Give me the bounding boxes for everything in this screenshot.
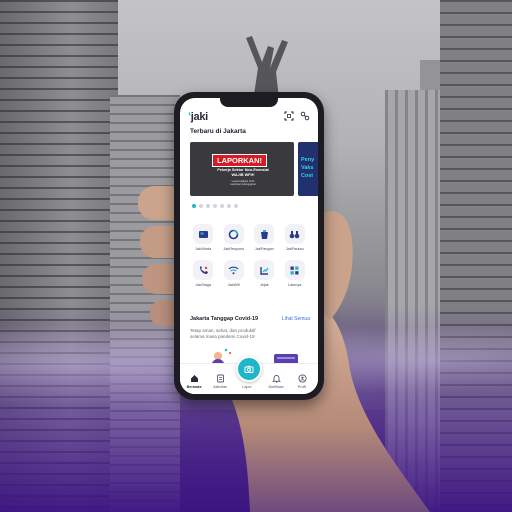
carousel-dot[interactable]: [227, 204, 231, 208]
lapor-camera-button[interactable]: [236, 356, 262, 382]
tab-profil[interactable]: Profil: [290, 374, 314, 389]
carousel-dot[interactable]: [192, 204, 196, 208]
carousel-dot[interactable]: [199, 204, 203, 208]
news-banner[interactable]: Peny Vaks Covi: [298, 142, 318, 196]
service-jakwarta[interactable]: JakWarta: [188, 224, 219, 251]
activity-icon: [216, 374, 224, 383]
see-all-link[interactable]: Lihat Semua: [282, 316, 310, 322]
wifi-icon: [223, 260, 244, 280]
tab-beranda[interactable]: Beranda: [182, 374, 206, 389]
section-title: Terbaru di Jakarta: [190, 128, 246, 135]
carousel-indicator: [192, 204, 238, 208]
banner-headline: LAPORKAN!: [212, 154, 267, 167]
carousel-dot[interactable]: [213, 204, 217, 208]
camera-icon: [244, 365, 254, 373]
notification-icon[interactable]: [300, 108, 310, 126]
carousel-dot[interactable]: [220, 204, 224, 208]
banner-text: Laporkan pelanggaran: [230, 183, 256, 186]
food-icon: [254, 224, 275, 244]
phone-notch: [220, 98, 278, 107]
carousel-dot[interactable]: [234, 204, 238, 208]
banner-text: Vaks: [301, 165, 314, 171]
respons-icon: [223, 224, 244, 244]
service-jakpantau[interactable]: JakPantau: [280, 224, 311, 251]
home-icon: [190, 375, 198, 382]
news-icon: [193, 224, 214, 244]
covid-description: selama masa pandemi Covid-19: [190, 334, 255, 339]
more-grid-icon: [284, 260, 305, 280]
carousel-dot[interactable]: [206, 204, 210, 208]
scan-qr-icon[interactable]: [284, 108, 294, 126]
service-jaksiaga[interactable]: JakSiaga: [188, 260, 219, 287]
profile-icon: [297, 374, 307, 383]
banner-text: Covi: [301, 173, 313, 179]
banner-text: Pekerja Sektor Non-Esensial: [217, 168, 269, 172]
banner-text: Peny: [301, 157, 315, 163]
covid-section-title: Jakarta Tanggap Covid-19: [190, 316, 259, 322]
covid-description: Tetap aman, sehat, dan produktif: [190, 328, 256, 333]
trace-icon: [254, 260, 275, 280]
tab-aktivitas[interactable]: Aktivitas: [208, 374, 232, 389]
service-lainnya[interactable]: Lainnya: [280, 260, 311, 287]
service-grid: JakWarta JakRespons JakPangan JakPantau: [188, 224, 310, 287]
app-header: ’jaki: [188, 110, 310, 124]
service-jakrespons[interactable]: JakRespons: [219, 224, 250, 251]
phone-frame: ’jaki Terbaru di Jakarta LAPORKAN! Peker…: [174, 92, 324, 400]
news-banner[interactable]: LAPORKAN! Pekerja Sektor Non-Esensial WA…: [190, 142, 294, 196]
banner-text: WAJIB WFH!: [231, 173, 255, 177]
phone-emergency-icon: [193, 260, 214, 280]
phone-screen: ’jaki Terbaru di Jakarta LAPORKAN! Peker…: [180, 98, 318, 394]
tab-notifikasi[interactable]: Notifikasi: [264, 374, 288, 389]
binoculars-icon: [284, 224, 305, 244]
bell-icon: [271, 375, 281, 383]
service-jejak[interactable]: Jejak: [249, 260, 280, 287]
jaki-logo: ’jaki: [188, 111, 208, 123]
tab-lapor[interactable]: Lapor: [235, 383, 259, 389]
bottom-tab-bar: Beranda Aktivitas Lapor Notifikasi Profi…: [180, 356, 318, 394]
service-jakwifi[interactable]: JakWifi: [219, 260, 250, 287]
service-jakpangan[interactable]: JakPangan: [249, 224, 280, 251]
news-carousel[interactable]: LAPORKAN! Pekerja Sektor Non-Esensial WA…: [190, 142, 318, 198]
